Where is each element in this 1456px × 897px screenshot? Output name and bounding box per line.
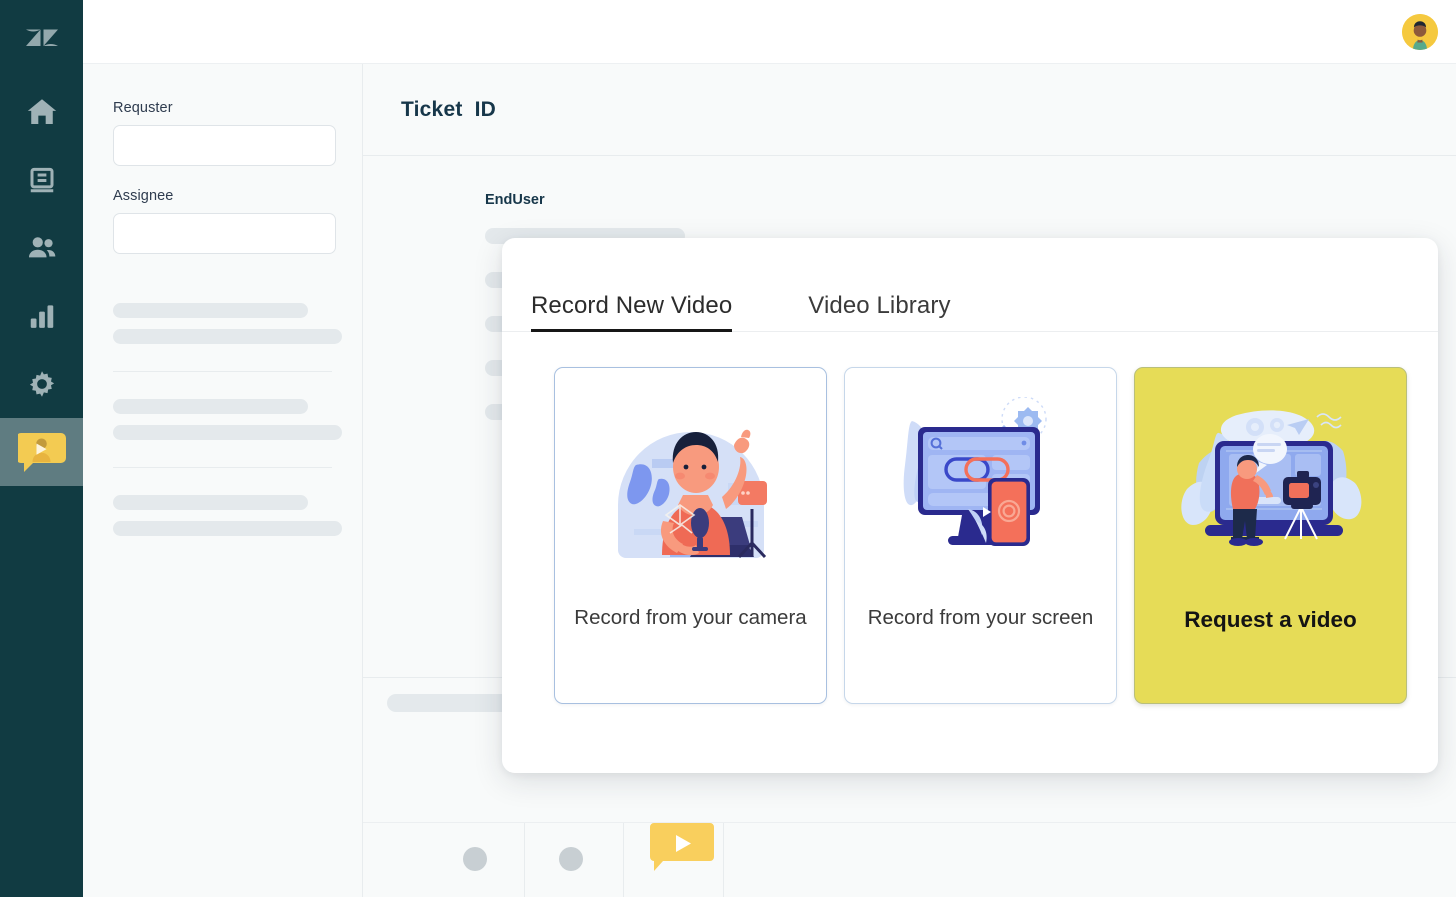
video-modal: Record New Video Video Library Record fr… <box>502 238 1438 773</box>
skeleton-group <box>113 467 342 563</box>
left-nav-rail <box>0 0 83 897</box>
emoji-dot[interactable] <box>559 847 583 871</box>
person-waving-with-mic-laptop-tripod-illustration <box>555 368 826 598</box>
attachment-dot[interactable] <box>463 847 487 871</box>
skeleton-bar <box>113 303 308 318</box>
skeleton-group <box>113 276 342 371</box>
card-label: Request a video <box>1184 607 1357 632</box>
requester-field-block: Requster <box>113 100 336 166</box>
video-message-icon <box>17 429 66 475</box>
card-record-from-camera[interactable]: Record from your camera <box>554 367 827 704</box>
skeleton-bar <box>113 495 308 510</box>
top-header-bar <box>83 0 1456 64</box>
assignee-input[interactable] <box>113 213 336 254</box>
card-record-from-screen[interactable]: Record from your screen <box>844 367 1117 704</box>
monitor-and-phone-with-gears-illustration <box>845 368 1116 598</box>
tab-record-new-video[interactable]: Record New Video <box>531 292 733 332</box>
skeleton-bar <box>113 399 308 414</box>
rail-item-list <box>0 78 83 486</box>
sidebar-item-settings[interactable] <box>0 350 83 418</box>
sidebar-item-video-app[interactable] <box>0 418 83 486</box>
divider <box>524 823 525 897</box>
skeleton-bar <box>113 521 342 536</box>
customers-icon <box>25 231 59 265</box>
divider <box>623 823 624 897</box>
app-root: Requster Assignee Ticket ID EndUser Reco… <box>0 0 1456 897</box>
skeleton-group <box>113 371 342 467</box>
sidebar-item-home[interactable] <box>0 78 83 146</box>
divider <box>723 823 724 897</box>
person-presenting-at-laptop-with-camera-tripod-illustration <box>1135 368 1406 598</box>
ticket-properties-panel: Requster Assignee <box>83 64 363 897</box>
sidebar-item-reporting[interactable] <box>0 282 83 350</box>
record-option-cards: Record from your camera Record from your… <box>502 332 1438 704</box>
tab-video-library[interactable]: Video Library <box>808 292 950 331</box>
home-icon <box>25 95 59 129</box>
avatar[interactable] <box>1402 13 1438 50</box>
skeleton-bar <box>113 329 342 344</box>
card-request-a-video[interactable]: Request a video <box>1134 367 1407 704</box>
assignee-label: Assignee <box>113 188 174 204</box>
reporting-icon <box>27 301 57 331</box>
video-message-button[interactable] <box>650 823 714 871</box>
composer-toolbar <box>363 822 1456 897</box>
card-label: Record from your screen <box>867 606 1094 629</box>
sidebar-item-customers[interactable] <box>0 214 83 282</box>
enduser-label: EndUser <box>485 192 545 208</box>
modal-tabs: Record New Video Video Library <box>502 238 1438 332</box>
assignee-field-block: Assignee <box>113 188 336 254</box>
sidebar-item-views[interactable] <box>0 146 83 214</box>
ticket-header: Ticket ID <box>363 64 1456 156</box>
settings-gear-icon <box>27 369 57 399</box>
skeleton-bar <box>113 425 342 440</box>
card-label: Record from your camera <box>574 606 807 629</box>
views-icon <box>27 165 57 195</box>
zendesk-logo-icon[interactable] <box>18 14 66 62</box>
page-title: Ticket ID <box>401 97 496 121</box>
requester-label: Requster <box>113 100 173 116</box>
requester-input[interactable] <box>113 125 336 166</box>
